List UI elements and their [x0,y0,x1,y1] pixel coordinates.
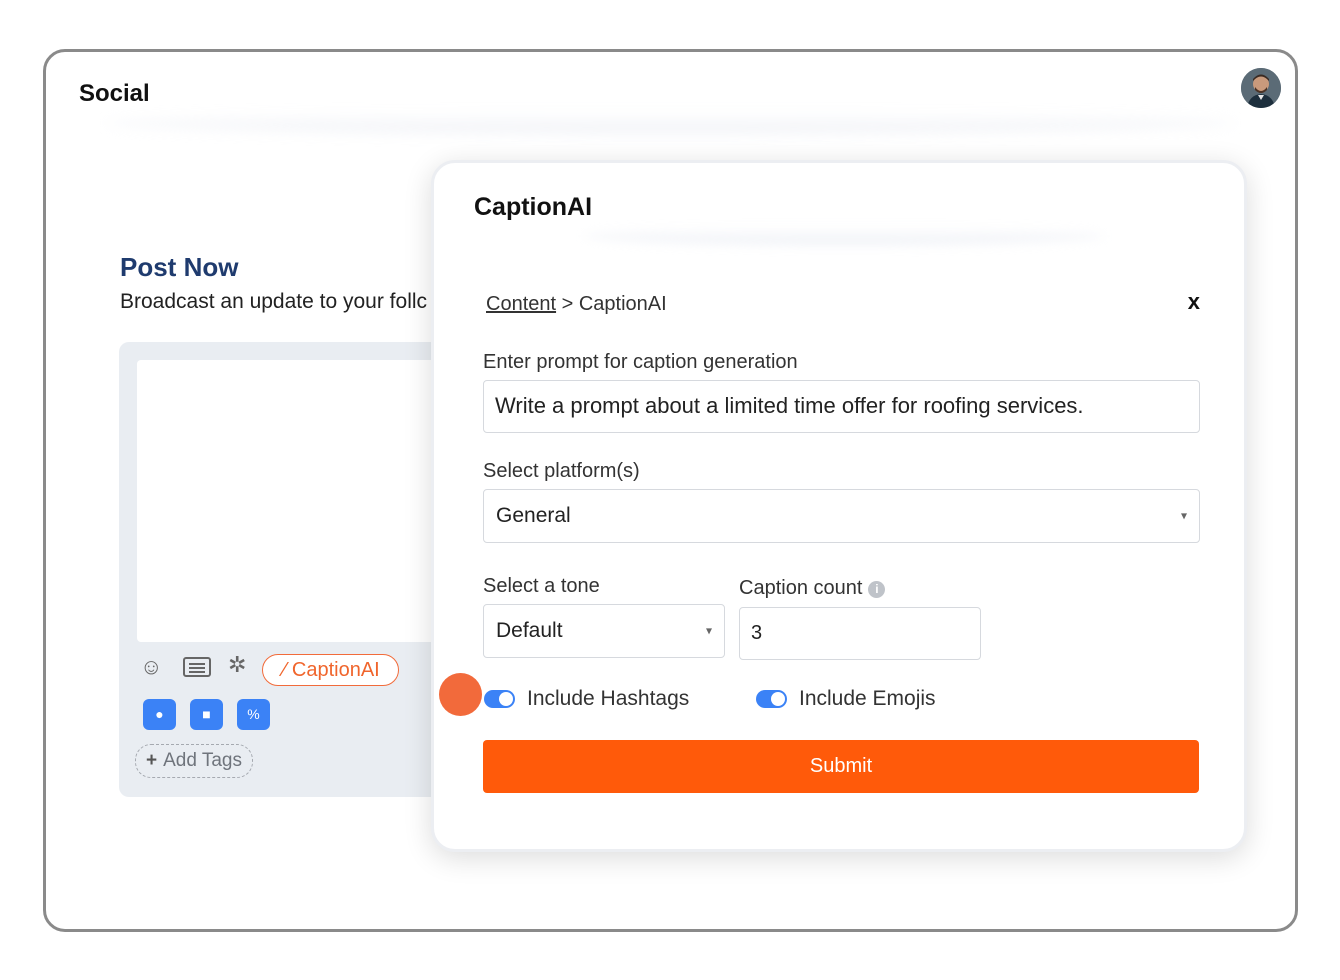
post-now-subtitle: Broadcast an update to your follc [120,290,428,313]
post-composer: ☺ ✲ ⁄ CaptionAI ● ■ % + Add Tags [119,342,467,797]
hashtags-toggle[interactable] [484,690,515,708]
emojis-toggle[interactable] [756,690,787,708]
link-icon[interactable]: % [237,699,270,730]
post-now-title: Post Now [120,252,239,282]
caption-count-input[interactable]: 3 [739,607,981,660]
close-button[interactable]: x [1188,289,1200,315]
breadcrumb-current: CaptionAI [578,293,667,315]
prompt-input[interactable]: Write a prompt about a limited time offe… [483,380,1200,433]
tone-select[interactable]: Default ▾ [483,604,725,658]
app-header: Social [46,52,1295,134]
platform-select-value: General [496,504,571,527]
camera-icon[interactable]: ● [143,699,176,730]
post-text-area[interactable] [137,360,467,642]
submit-button[interactable]: Submit [483,740,1199,793]
breadcrumb-content-link[interactable]: Content [486,293,556,315]
tone-label: Select a tone [483,575,600,597]
modal-title: CaptionAI [474,193,593,221]
plus-icon: + [146,750,158,771]
captionai-modal: CaptionAI Content > CaptionAI x Enter pr… [431,160,1247,852]
toggle-knob [771,692,785,706]
emojis-toggle-label: Include Emojis [799,687,936,710]
avatar-image [1241,68,1281,108]
add-tags-button[interactable]: + Add Tags [135,744,253,778]
tone-select-value: Default [496,619,563,642]
app-title: Social [79,80,150,107]
video-icon[interactable]: ■ [190,699,223,730]
prompt-label: Enter prompt for caption generation [483,351,798,373]
list-icon[interactable] [183,656,211,683]
avatar[interactable] [1241,68,1281,108]
chevron-down-icon: ▾ [1180,508,1187,523]
modal-header-shadow [584,227,1104,245]
hashtags-toggle-label: Include Hashtags [527,687,690,710]
gear-icon[interactable]: ✲ [228,653,246,677]
header-shadow [106,112,1235,134]
breadcrumb-separator: > [556,293,579,315]
info-icon[interactable]: i [868,581,886,598]
smiley-icon[interactable]: ☺ [140,655,162,679]
magic-wand-icon: ⁄ [283,659,287,681]
add-tags-label: Add Tags [163,750,242,771]
toggle-knob [499,692,513,706]
caption-count-label: Caption count [739,577,863,599]
captionai-button[interactable]: ⁄ CaptionAI [262,654,399,686]
platform-label: Select platform(s) [483,460,640,482]
breadcrumb: Content > CaptionAI [486,293,667,316]
click-indicator [439,673,482,716]
platform-select[interactable]: General ▾ [483,489,1200,543]
app-window: Social Post Now Broadcast an update to y… [43,49,1298,932]
captionai-button-label: CaptionAI [291,659,380,681]
chevron-down-icon: ▾ [705,623,712,638]
caption-count-label-wrap: Caption count i [739,577,886,600]
